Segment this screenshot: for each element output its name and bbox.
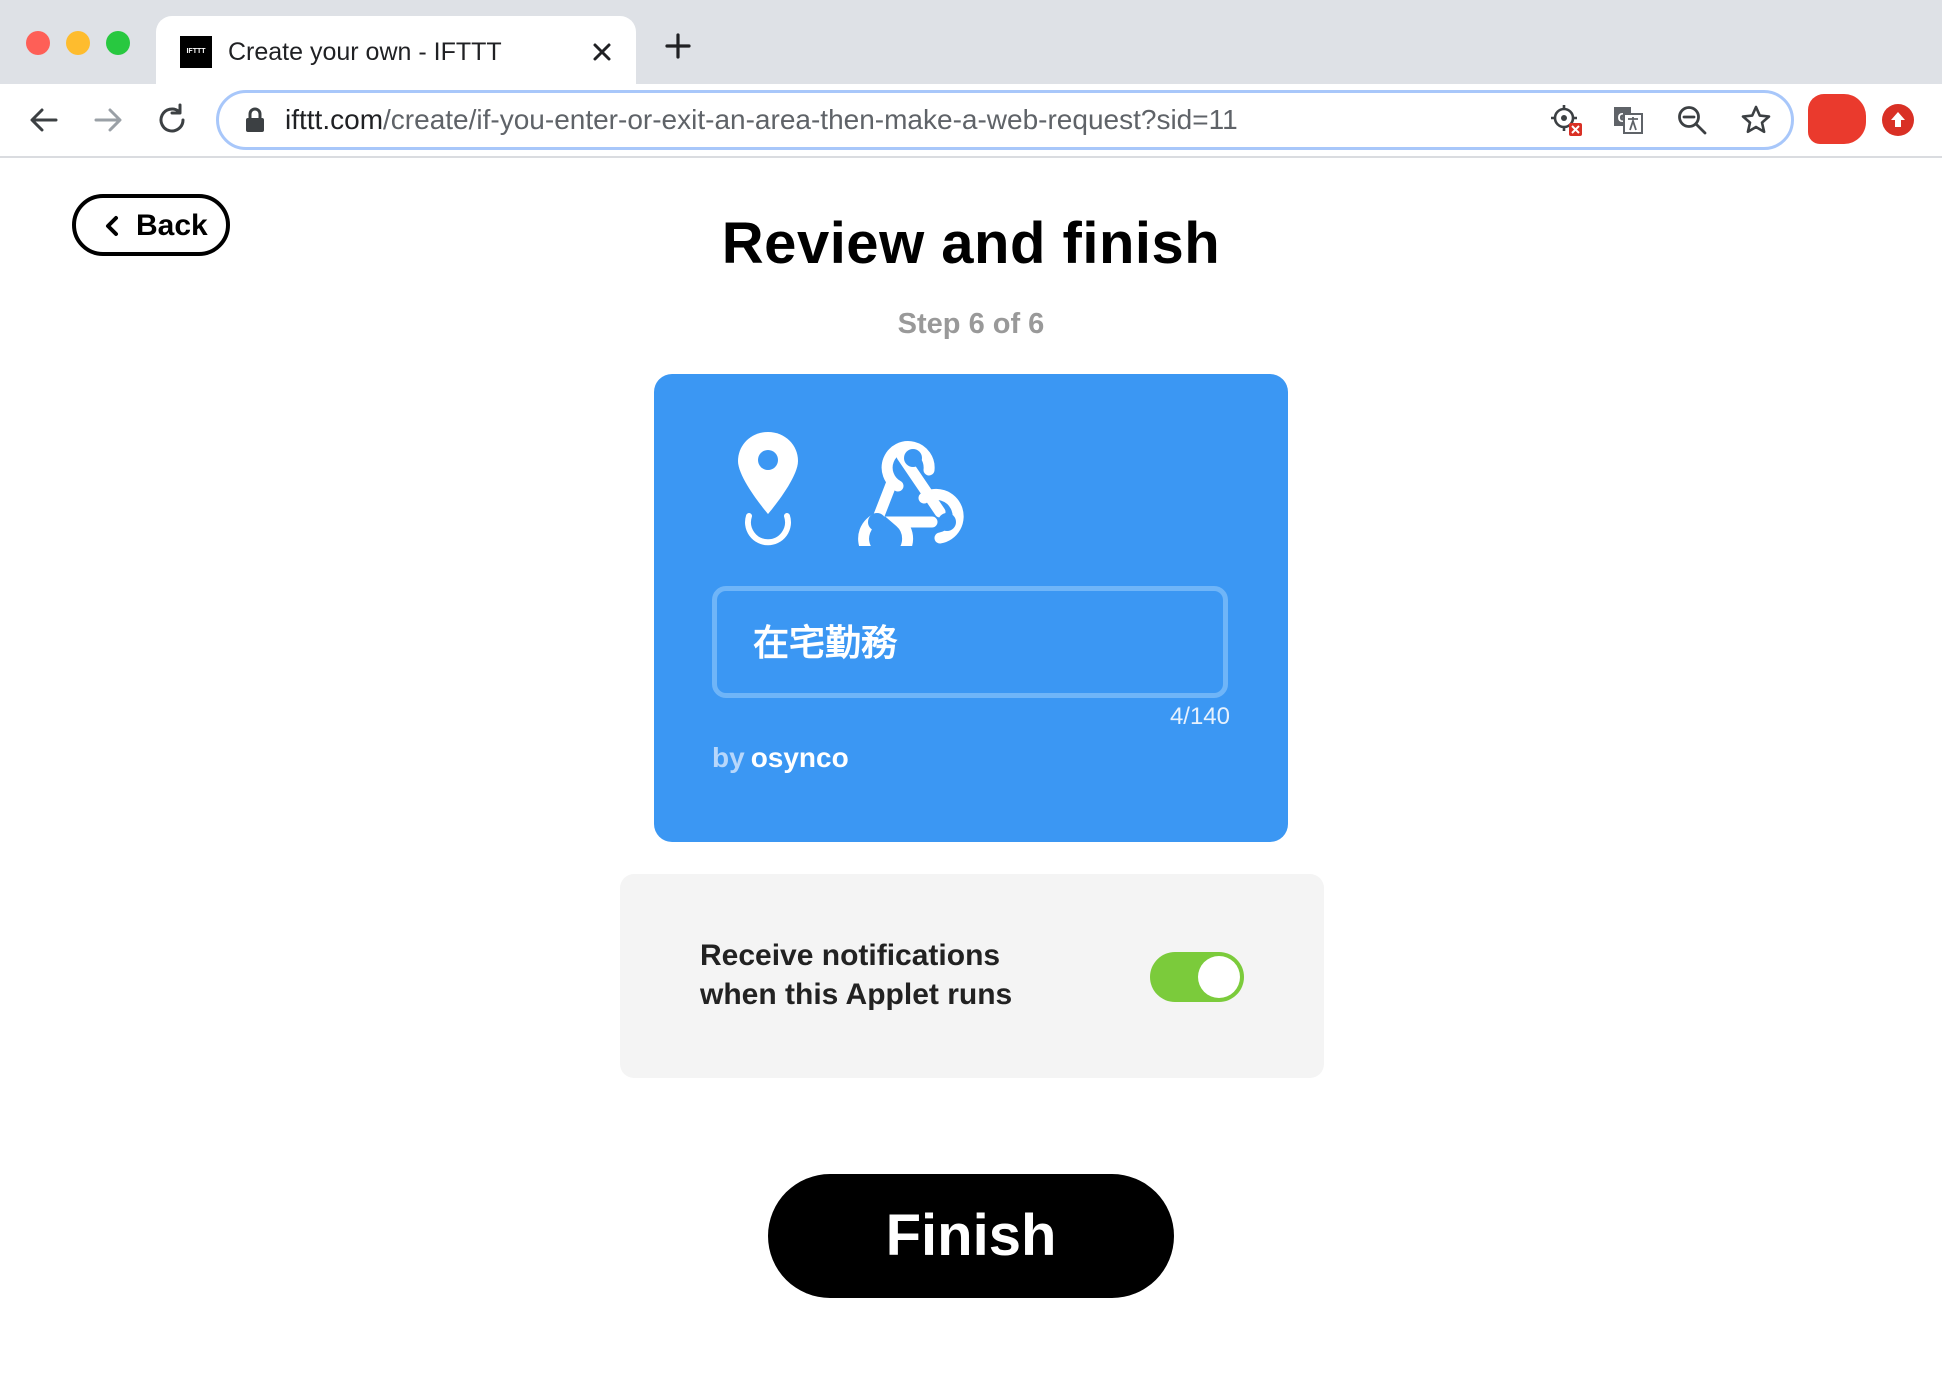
location-blocked-icon[interactable] [1549,103,1583,137]
extension-icon[interactable] [1808,94,1866,144]
by-label: by [712,742,745,773]
character-counter: 4/140 [1169,703,1230,730]
browser-tab-active[interactable]: IFTTT Create your own - IFTTT [156,16,636,84]
browser-toolbar: ifttt.com/create/if-you-enter-or-exit-an… [0,84,1942,158]
ifttt-favicon-icon: IFTTT [180,36,212,68]
lock-icon[interactable] [243,107,267,133]
notifications-label: Receive notifications when this Applet r… [700,939,1013,1011]
maximize-window-button[interactable] [106,31,130,55]
new-tab-icon[interactable] [660,28,696,64]
zoom-out-icon[interactable] [1675,103,1709,137]
tab-title: Create your own - IFTTT [228,38,502,66]
notifications-panel: Receive notifications when this Applet r… [620,874,1324,1078]
browser-tab-strip: IFTTT Create your own - IFTTT [0,0,1942,84]
update-arrow-icon[interactable] [1882,104,1914,136]
close-window-button[interactable] [26,31,50,55]
back-arrow-icon[interactable] [24,100,64,140]
minimize-window-button[interactable] [66,31,90,55]
bookmark-star-icon[interactable] [1739,103,1773,137]
toggle-knob [1198,956,1240,998]
location-pin-icon [738,432,798,546]
author-byline: by osynco [712,740,849,776]
forward-arrow-icon[interactable] [88,100,128,140]
applet-card: 在宅勤務 4/140 by osynco [654,374,1288,842]
translate-icon[interactable]: G [1611,103,1645,137]
finish-button[interactable]: Finish [768,1174,1174,1298]
url-path: /create/if-you-enter-or-exit-an-area-the… [383,104,1238,135]
url-text[interactable]: ifttt.com/create/if-you-enter-or-exit-an… [285,103,1238,137]
url-host: ifttt.com [285,104,384,135]
step-indicator: Step 6 of 6 [897,308,1045,340]
notifications-toggle[interactable] [1150,952,1244,1002]
author-name: osynco [750,742,849,773]
close-tab-icon[interactable] [584,34,620,70]
finish-button-label: Finish [885,1203,1057,1268]
address-bar[interactable]: ifttt.com/create/if-you-enter-or-exit-an… [216,90,1794,150]
applet-title-input[interactable]: 在宅勤務 [712,586,1228,698]
applet-title-value: 在宅勤務 [753,622,898,663]
webhooks-icon [858,441,964,546]
page-title: Review and finish [721,211,1221,276]
reload-icon[interactable] [152,100,192,140]
